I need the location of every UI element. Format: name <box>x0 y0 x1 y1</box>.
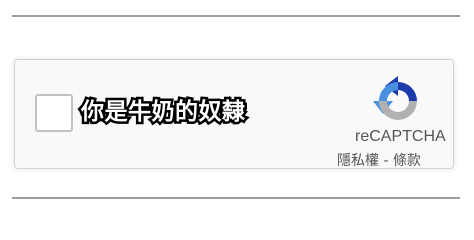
bottom-divider <box>12 197 460 199</box>
checkbox-label: 你是牛奶的奴隸 <box>79 97 248 128</box>
recaptcha-logo-icon <box>373 76 417 120</box>
page: 你是牛奶的奴隸 reCAPTCHA 隱私權 - 條款 <box>0 0 474 214</box>
top-divider <box>12 15 460 17</box>
recaptcha-brand: reCAPTCHA <box>355 128 446 145</box>
recaptcha-links: 隱私權 - 條款 <box>337 150 421 170</box>
terms-link[interactable]: 條款 <box>393 153 421 169</box>
recaptcha-checkbox[interactable] <box>35 94 73 132</box>
recaptcha-widget: 你是牛奶的奴隸 reCAPTCHA 隱私權 - 條款 <box>14 59 454 169</box>
link-separator: - <box>379 153 393 169</box>
privacy-link[interactable]: 隱私權 <box>337 153 379 169</box>
